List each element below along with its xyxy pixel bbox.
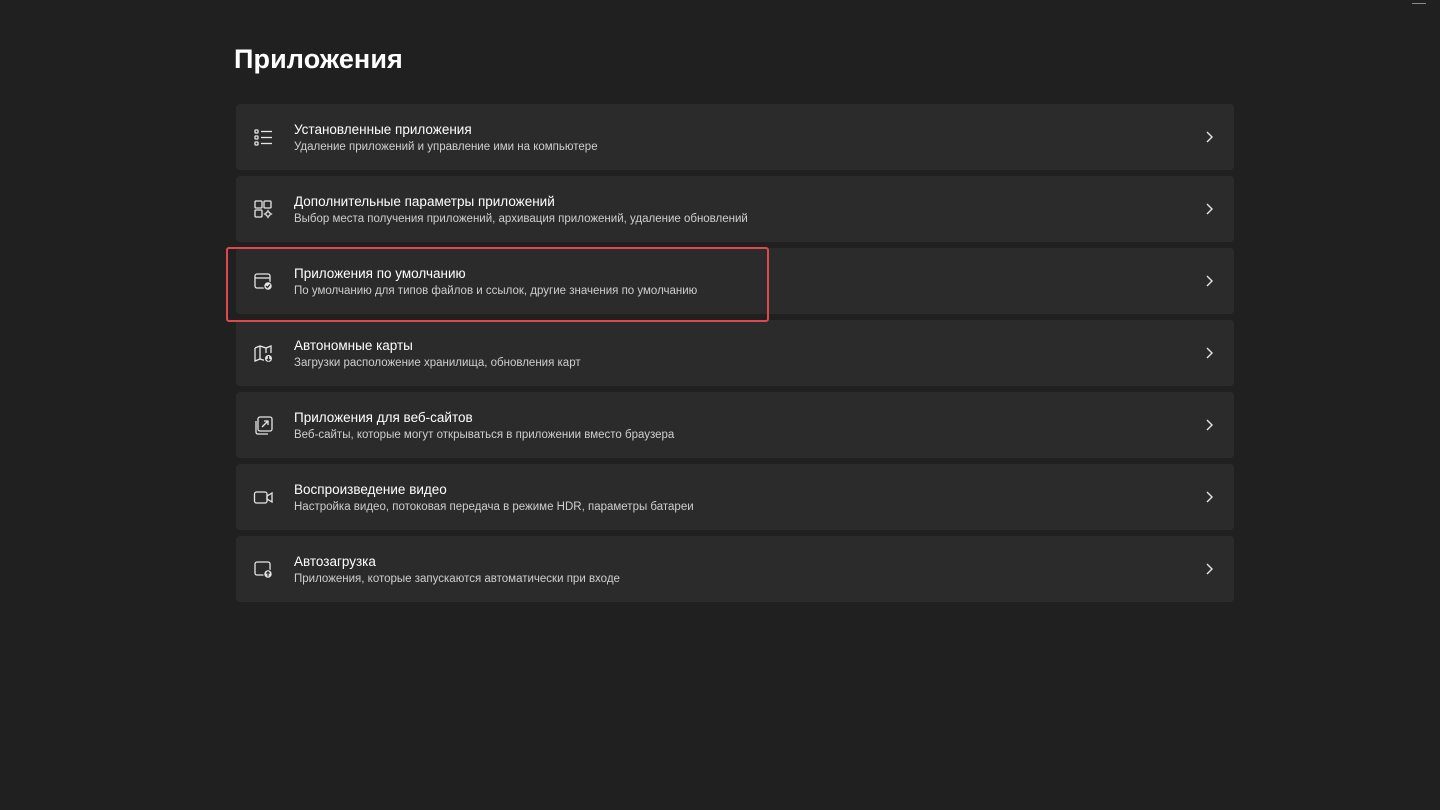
card-title: Установленные приложения [294,122,472,137]
chevron-right-icon [1202,130,1216,144]
card-title: Дополнительные параметры приложений [294,194,555,209]
open-in-app-icon [253,415,274,436]
card-subtitle: Удаление приложений и управление ими на … [294,141,598,153]
settings-list: Установленные приложения Удаление прилож… [236,104,1234,608]
card-title: Автозагрузка [294,554,376,569]
chevron-right-icon [1202,202,1216,216]
startup-icon [253,559,274,580]
default-apps-icon [253,271,274,292]
card-subtitle: Приложения, которые запускаются автомати… [294,573,620,585]
card-subtitle: Веб-сайты, которые могут открываться в п… [294,429,675,441]
default-apps-card[interactable]: Приложения по умолчанию По умолчанию для… [236,248,1234,314]
list-icon [253,127,274,148]
card-title: Автономные карты [294,338,413,353]
chevron-right-icon [1202,562,1216,576]
chevron-right-icon [1202,418,1216,432]
video-camera-icon [253,487,274,508]
offline-maps-icon [253,343,274,364]
card-title: Приложения для веб-сайтов [294,410,473,425]
card-title: Воспроизведение видео [294,482,447,497]
card-title: Приложения по умолчанию [294,266,466,281]
window-controls [1400,0,1440,8]
installed-apps-card[interactable]: Установленные приложения Удаление прилож… [236,104,1234,170]
apps-settings-icon [253,199,274,220]
chevron-right-icon [1202,490,1216,504]
card-subtitle: Выбор места получения приложений, архива… [294,213,748,225]
minimize-icon[interactable] [1412,3,1426,4]
offline-maps-card[interactable]: Автономные карты Загрузки расположение х… [236,320,1234,386]
page-title: Приложения [234,44,403,74]
startup-card[interactable]: Автозагрузка Приложения, которые запуска… [236,536,1234,602]
chevron-right-icon [1202,346,1216,360]
apps-for-websites-card[interactable]: Приложения для веб-сайтов Веб-сайты, кот… [236,392,1234,458]
card-subtitle: Загрузки расположение хранилища, обновле… [294,357,581,369]
advanced-app-settings-card[interactable]: Дополнительные параметры приложений Выбо… [236,176,1234,242]
chevron-right-icon [1202,274,1216,288]
card-subtitle: По умолчанию для типов файлов и ссылок, … [294,285,698,297]
card-subtitle: Настройка видео, потоковая передача в ре… [294,501,694,513]
video-playback-card[interactable]: Воспроизведение видео Настройка видео, п… [236,464,1234,530]
